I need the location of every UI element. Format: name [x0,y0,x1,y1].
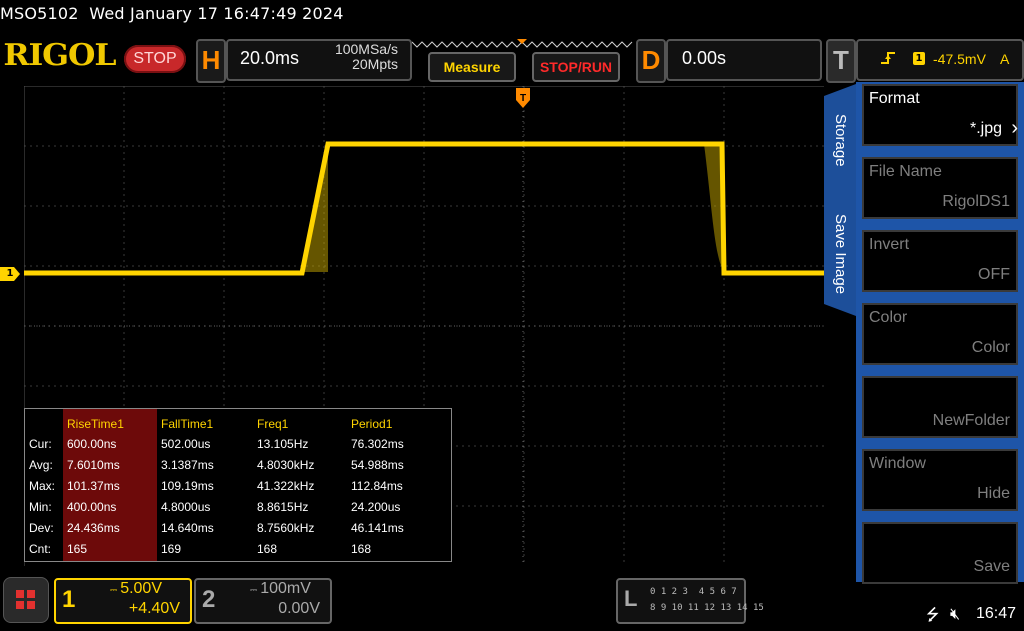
channel2-number: 2 [202,586,216,613]
home-button[interactable] [3,577,49,623]
measurement-cell: 7.6010ms [67,458,120,472]
grid-menu-icon [16,590,35,609]
measurement-table: Cur: Avg: Max: Min: Dev: Cnt: RiseTime1 600.00n… [24,408,452,562]
measurement-cell: 13.105Hz [257,437,309,451]
measurement-cell: 8.7560kHz [257,521,315,535]
horizontal-menu-button[interactable]: H [196,39,226,83]
menu-item-value: OFF [978,266,1010,283]
measurement-row-label: Cur: [29,437,52,451]
trigger-position-arrow [517,39,527,44]
tab-save-image[interactable]: Save Image [832,214,849,294]
rising-edge-icon [881,52,895,64]
channel1-number: 1 [62,586,76,613]
svg-text:T: T [520,93,526,104]
measurement-column-header[interactable]: FallTime1 [161,417,213,431]
dc-coupling-icon: ⎓ [110,585,117,595]
sample-rate: 100MSa/s [334,41,398,57]
digital-channels-8-15: 8 9 10 11 12 13 14 15 [650,603,764,613]
measurement-cell: 14.640ms [161,521,214,535]
delay-menu-button[interactable]: D [636,39,666,83]
trigger-mode: A [1000,51,1010,67]
measurement-cell: 8.8615Hz [257,500,309,514]
menu-item-title: Color [869,309,908,326]
measurement-cell: 76.302ms [351,437,404,451]
measurement-cell: 41.322kHz [257,479,315,493]
timebase-value: 20.0ms [240,48,300,68]
usb-icon: ⭍ [926,605,940,624]
chevron-right-icon: › [1011,117,1018,139]
channel1-scale: ⎓ 5.00V [110,580,162,597]
measurement-row-label: Avg: [29,458,53,472]
menu-item-newfolder[interactable]: NewFolder [862,376,1018,438]
menu-item-value: *.jpg [969,120,1002,137]
stop-run-button[interactable]: STOP/RUN [532,52,620,82]
measurement-cell: 54.988ms [351,458,404,472]
measurement-cell: 165 [67,542,88,556]
digital-channels-0-7: 0 1 2 3 4 5 6 7 [650,587,737,597]
menu-item-title: Invert [869,236,910,253]
menu-item-title: Window [869,455,926,472]
menu-item-title: Format [869,90,920,107]
measurement-row-label: Dev: [29,521,54,535]
channel1-ground-marker[interactable]: 1 [0,267,20,281]
tab-storage[interactable]: Storage [832,114,849,167]
trigger-level: -47.5mV [933,51,986,67]
logic-analyzer-letter: L [624,586,638,611]
channel2-scale: ⎓ 100mV [250,580,311,597]
dc-coupling-icon: ⎓ [250,585,257,595]
menu-item-color[interactable]: Color Color [862,303,1018,365]
measurement-cell: 46.141ms [351,521,404,535]
measurement-cell: 24.200us [351,500,401,514]
rigol-logo: RIGOL [3,38,116,73]
speaker-muted-icon[interactable]: 🔇︎ [950,604,960,624]
menu-item-value: NewFolder [932,412,1010,429]
menu-item-save[interactable]: Save [862,522,1018,584]
measurement-cell: 4.8000us [161,500,211,514]
menu-item-title: File Name [869,163,942,180]
measurement-cell: 109.19ms [161,479,214,493]
run-state-badge[interactable]: STOP [124,45,186,73]
delay-value: 0.00s [682,48,727,68]
measurement-cell: 169 [161,542,182,556]
memory-depth: 20Mpts [352,56,398,72]
status-clock: 16:47 [976,605,1017,622]
measurement-cell: 4.8030kHz [257,458,315,472]
measurement-cell: 24.436ms [67,521,120,535]
measurement-column-header[interactable]: Freq1 [257,417,288,431]
menu-item-rigolds1[interactable]: File Name RigolDS1 [862,157,1018,219]
menu-item-value: RigolDS1 [942,193,1010,210]
measurement-row-label: Cnt: [29,542,52,556]
measure-button[interactable]: Measure [428,52,516,82]
measurement-column-header[interactable]: RiseTime1 [67,417,124,431]
trigger-source-badge: 1 [913,52,925,65]
menu-item-off[interactable]: Invert OFF [862,230,1018,292]
measurement-cell: 168 [351,542,372,556]
measurement-cell: 502.00us [161,437,211,451]
measurement-cell: 101.37ms [67,479,120,493]
measurement-row-label: Max: [29,479,56,493]
menu-tab-strip[interactable]: Storage Save Image [824,84,856,316]
measurement-column-header[interactable]: Period1 [351,417,392,431]
menu-item-value: Color [971,339,1010,356]
channel1-offset: +4.40V [128,600,180,617]
menu-item-hide[interactable]: Window Hide [862,449,1018,511]
measurement-cell: 168 [257,542,278,556]
datetime-readout: MSO5102 Wed January 17 16:47:49 2024 [0,4,344,23]
measurement-cell: 112.84ms [351,479,403,493]
menu-item-value: Save [973,558,1010,575]
measurement-row-label: Min: [29,500,52,514]
channel2-offset: 0.00V [278,600,320,617]
measurement-cell: 3.1387ms [161,458,214,472]
measurement-cell: 400.00ns [67,500,117,514]
measurement-cell: 600.00ns [67,437,117,451]
trigger-menu-button[interactable]: T [826,39,856,83]
menu-item-value: Hide [977,485,1010,502]
menu-item-jpg[interactable]: Format *.jpg › [862,84,1018,146]
acquisition-info: 100MSa/s 20Mpts [322,42,398,72]
memory-position-indicator [412,39,633,48]
